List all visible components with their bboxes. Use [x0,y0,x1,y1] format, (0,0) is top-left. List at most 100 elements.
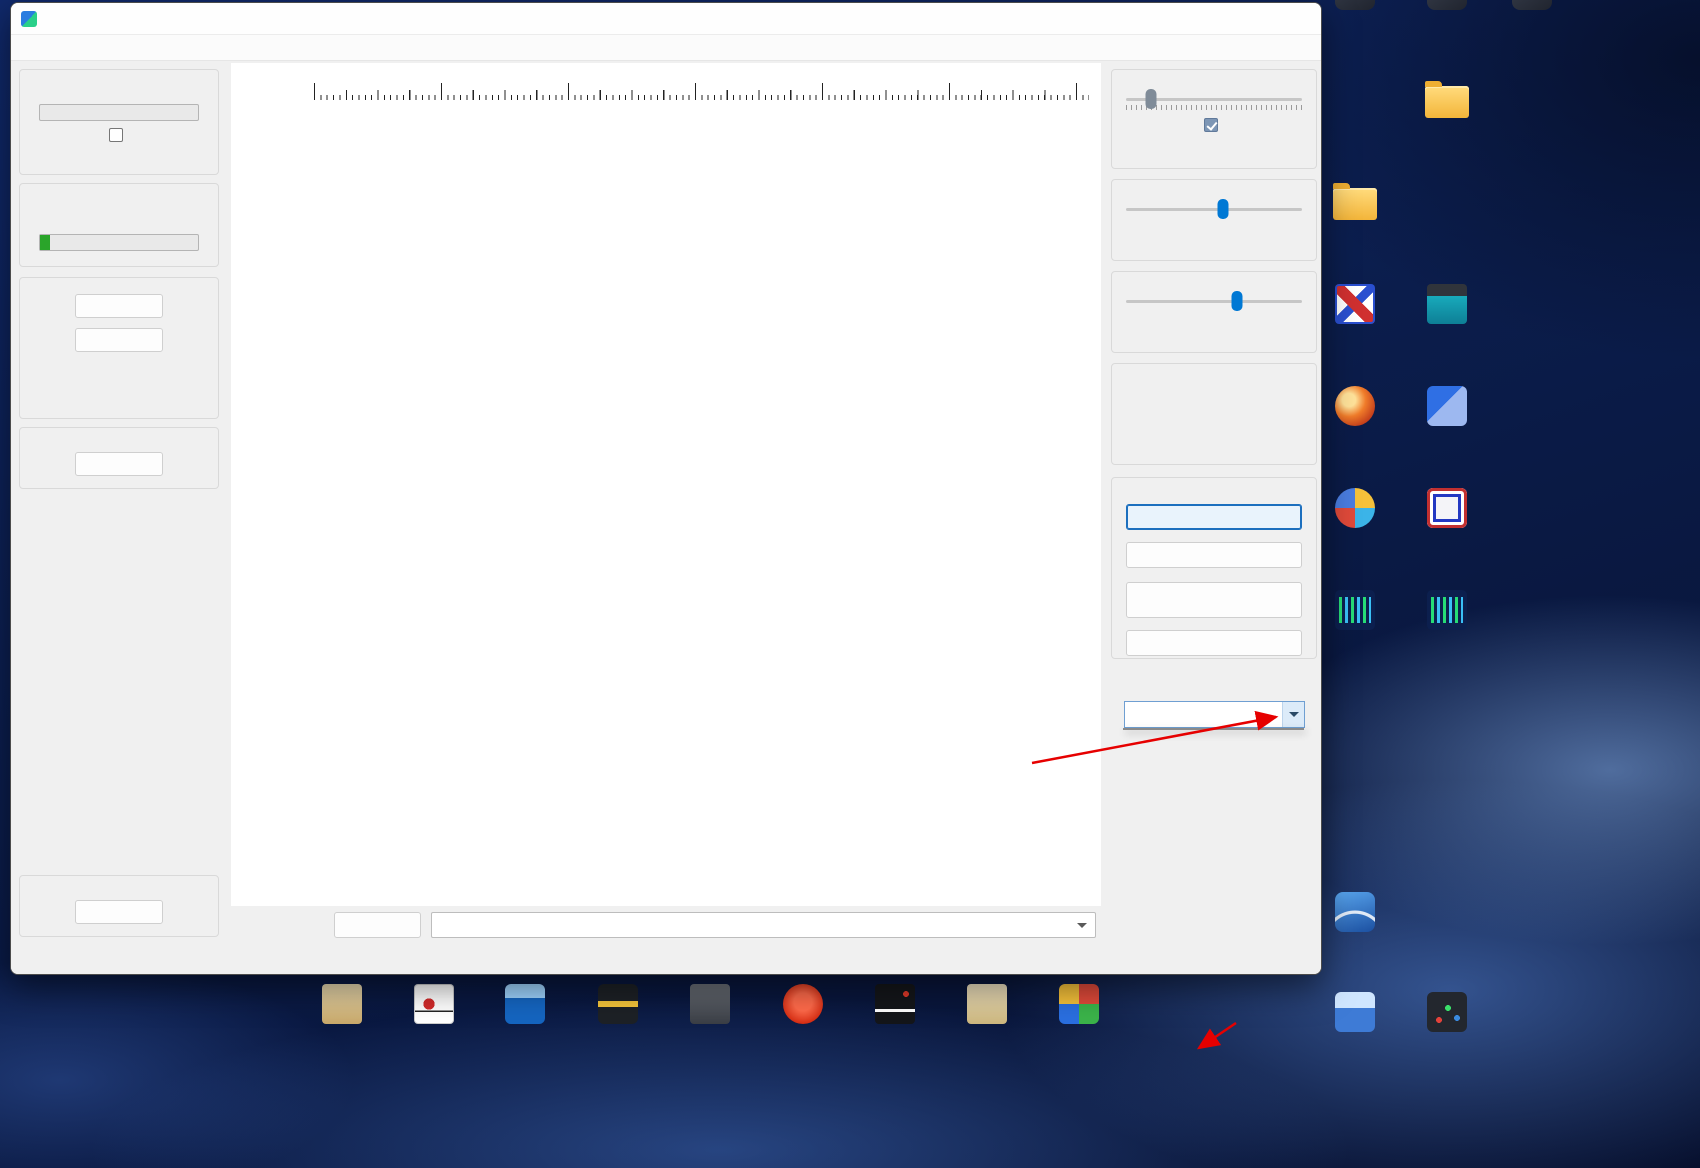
menu-help[interactable] [65,45,83,51]
switch-to-analog-button[interactable] [1126,542,1302,568]
desktop-icon-orbitron-meteor[interactable] [1402,0,1492,14]
minimize-button[interactable] [1183,3,1229,34]
mic-spkr-group [1111,271,1317,353]
seatty-icon [1335,386,1375,426]
folder-icon [1333,188,1377,220]
doozy-icon [598,984,638,1024]
slider-thumb[interactable] [1145,89,1156,109]
tqsl-icon [414,984,454,1024]
close-button[interactable] [1275,3,1321,34]
freedv-210-icon [1427,590,1467,630]
folder-icon [1425,86,1469,118]
multipsk-icon [1335,284,1375,324]
sdrsharp-icon [1335,892,1375,932]
desktop-icon-i6ibe-mem[interactable] [1487,0,1577,14]
control-group [1111,477,1317,659]
center-rx-button[interactable] [75,328,163,352]
sync-group [19,277,219,419]
icom-st4003w-icon [783,984,823,1024]
maximize-button[interactable] [1229,3,1275,34]
clear-button[interactable] [334,912,421,938]
orbitron-icon [1335,0,1375,10]
desktop-icon-wfview[interactable] [480,984,570,1028]
chevron-down-icon [1289,712,1299,717]
desktop-icon-timesync[interactable] [1310,488,1400,532]
desktop-icon-pstrotator[interactable] [297,984,387,1028]
clapperboard-icon [1427,284,1467,324]
desktop-icon-wxtoimg[interactable] [1402,992,1492,1036]
desktop-icon-sdr-television[interactable] [1402,284,1492,328]
stop-modem-button[interactable] [1126,504,1302,530]
slider-track [1126,208,1302,211]
desktop-icon-seatty[interactable] [1310,386,1400,430]
checkbox-icon [109,128,123,142]
desktop-icon-dvb-s-gui[interactable] [1310,182,1400,224]
orbitron-meteor-icon [1427,0,1467,10]
desktop-icon-ft991-link[interactable] [1402,386,1492,430]
audio-group [19,427,219,489]
desktop-icon-rs41tracker[interactable] [1402,80,1492,122]
level-meter [39,234,199,251]
desktop-icon-st4001w[interactable] [850,984,940,1028]
client-area [11,61,1321,974]
menu-file[interactable] [21,45,39,51]
bottom-combo[interactable] [431,912,1096,938]
desktop-icon-lanlink[interactable] [1034,984,1124,1028]
record-button[interactable] [75,452,163,476]
freedv-icon [1335,590,1375,630]
enable-checkbox[interactable] [1112,118,1316,132]
timesync-icon [1335,488,1375,528]
menubar [11,35,1321,61]
voice-keyer-button[interactable] [1126,582,1302,618]
cs-9700-icon [690,984,730,1024]
assistance-group [19,875,219,937]
waterfall-canvas[interactable] [306,101,1089,861]
wfview-icon [505,984,545,1024]
tabs-scroll-right[interactable] [1083,876,1101,906]
titlebar[interactable] [11,3,1321,35]
tx-attenuation-group [1111,179,1317,261]
desktop-icon-smooth-meteor[interactable] [1310,992,1400,1036]
lanlink-icon [1059,984,1099,1024]
slider-thumb[interactable] [1217,199,1228,219]
desktop-icon-freedv[interactable] [1310,590,1400,634]
app-icon [21,11,37,27]
desktop-icon-lan-link[interactable] [942,984,1032,1028]
mode-group [1111,363,1317,465]
tx-attenuation-slider[interactable] [1126,198,1302,222]
slider-track [1126,300,1302,303]
get-help-button[interactable] [75,900,163,924]
slow-checkbox[interactable] [20,128,218,142]
radio-freq-combo[interactable] [1124,701,1305,728]
st4001w-icon [875,984,915,1024]
desktop-icon-cs-9700[interactable] [665,984,755,1028]
resync-button[interactable] [75,294,163,318]
menu-tools[interactable] [43,45,61,51]
squelch-group [1111,69,1317,169]
freedv-window [10,2,1322,975]
checkbox-checked-icon [1204,118,1218,132]
desktop-icon-multipsk[interactable] [1310,284,1400,328]
waterfall-panel [231,63,1101,906]
lan-link-icon [967,984,1007,1024]
wxtoimg-icon [1427,992,1467,1032]
desktop-icon-doozy[interactable] [573,984,663,1028]
desktop-icon-freedv-210[interactable] [1402,590,1492,634]
squelch-slider[interactable] [1126,88,1302,112]
desktop-icon-clock[interactable] [1402,488,1492,532]
freq-axis-ticks [306,83,1089,100]
ptt-button[interactable] [1126,630,1302,656]
chevron-down-icon [1077,923,1087,928]
desktop-icon-sdrsharp-qo100[interactable] [1310,892,1400,936]
snr-group [19,69,219,175]
mic-spkr-slider[interactable] [1126,290,1302,314]
combo-dropdown-button[interactable] [1282,702,1304,727]
tabs-scroll-left[interactable] [231,876,249,906]
desktop-icon-orbitron[interactable] [1310,0,1400,14]
desktop-icon-icom-st4003w[interactable] [758,984,848,1028]
desktop-icon-tqsl[interactable] [389,984,479,1028]
slider-thumb[interactable] [1231,291,1242,311]
tab-strip [231,876,1101,906]
snr-meter [39,104,199,121]
clock-icon [1427,488,1467,528]
